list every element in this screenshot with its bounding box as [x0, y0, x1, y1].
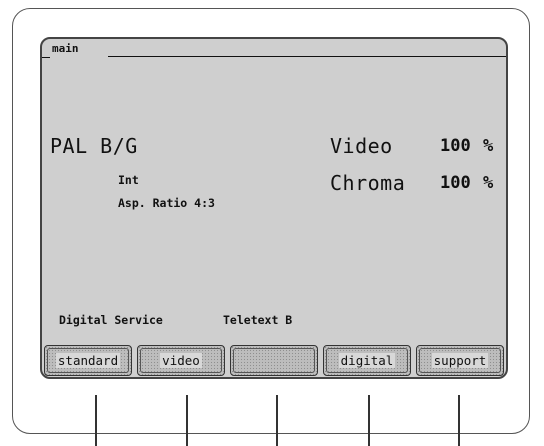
- softkey-standard-label: standard: [55, 353, 121, 368]
- chroma-value: 100: [440, 173, 471, 193]
- tv-standard: PAL B/G: [50, 134, 138, 158]
- input-source: Int: [118, 173, 139, 187]
- video-value: 100: [440, 136, 471, 156]
- tab-main-label: main: [42, 42, 83, 58]
- tab-divider: [108, 56, 506, 57]
- softkey-pointer-3: [276, 395, 278, 446]
- softkey-video[interactable]: video: [137, 345, 225, 376]
- status-digital-service: Digital Service: [59, 313, 163, 327]
- status-teletext: Teletext B: [223, 313, 293, 327]
- softkey-video-label: video: [160, 353, 202, 368]
- chroma-label: Chroma: [330, 171, 406, 195]
- softkey-digital-label: digital: [338, 353, 396, 368]
- softkey-pointer-5: [458, 395, 460, 446]
- softkey-support[interactable]: support: [416, 345, 504, 376]
- display-screen: main PAL B/G Int Asp. Ratio 4:3 Video 10…: [40, 37, 508, 379]
- softkey-support-label: support: [431, 353, 489, 368]
- video-unit: %: [483, 136, 494, 156]
- softkey-digital[interactable]: digital: [323, 345, 411, 376]
- softkey-pointer-4: [368, 395, 370, 446]
- softkey-blank[interactable]: [230, 345, 318, 376]
- aspect-ratio: Asp. Ratio 4:3: [118, 196, 215, 210]
- softkey-pointer-2: [186, 395, 188, 446]
- chroma-unit: %: [483, 173, 494, 193]
- video-label: Video: [330, 134, 393, 158]
- softkey-pointer-1: [95, 395, 97, 446]
- softkey-standard[interactable]: standard: [44, 345, 132, 376]
- softkey-bar: standard video digital support: [44, 345, 506, 376]
